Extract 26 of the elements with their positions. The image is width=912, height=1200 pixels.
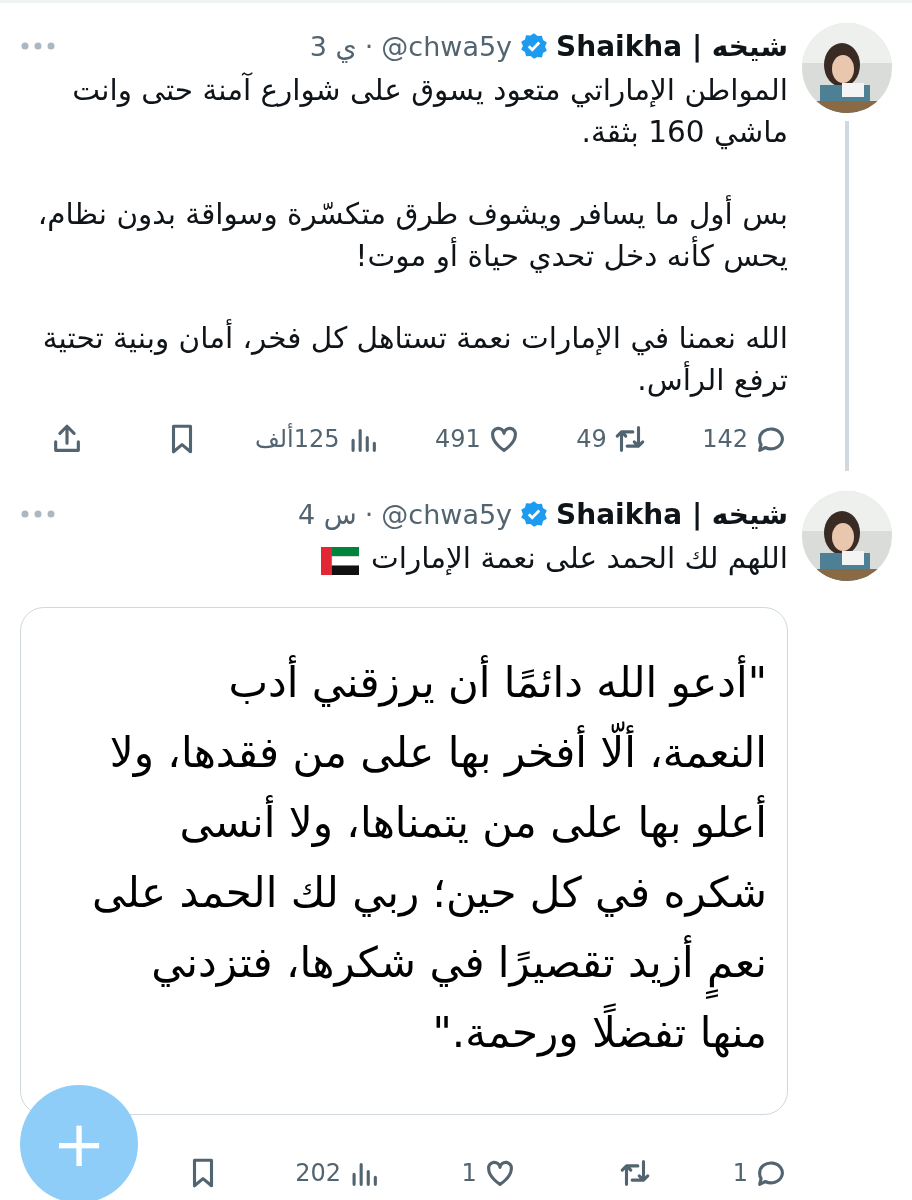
user-handle[interactable]: @chwa5y — [381, 30, 513, 62]
quote-line: نعمٍ أزيد تقصيرًا في شكرها، فتزدني — [43, 928, 767, 998]
post-text: بس أول ما يسافر ويشوف طرق متكسّرة وسواقة بدون نظام، يحس كأنه دخل تحدي حياة أو موت! — [36, 194, 788, 275]
action-count: 1 — [461, 1159, 477, 1187]
action-count: 1 — [732, 1159, 748, 1187]
quote-image[interactable]: "أدعو الله دائمًا أن يرزقني أدب النعمة، ألّا أفخر بها على من فقدها، ولا أعلو بها على من يتمناها، ولا أنسى شكره في كل حين؛ ربي لك الحمد على نعمٍ أزيد تقصيرًا في شكرها، فتزدني منها تفضلًا ورحمة." — [20, 607, 788, 1115]
separator-dot: · — [364, 30, 374, 62]
quote-line: منها تفضلًا ورحمة." — [43, 998, 767, 1068]
action-count: 202 — [295, 1159, 342, 1187]
post-text: اللهم لك الحمد على نعمة الإمارات — [371, 540, 788, 578]
display-name[interactable]: شيخه | Shaikha — [556, 497, 788, 531]
post-time: 3 ي — [309, 30, 357, 62]
action-count: 491 — [434, 425, 481, 453]
quote-line: شكره في كل حين؛ ربي لك الحمد على — [91, 867, 767, 919]
quote-line: "أدعو الله دائمًا أن يرزقني أدب — [43, 648, 767, 718]
post-time: 4 س — [298, 498, 357, 530]
action-count: 142 — [702, 425, 748, 453]
separator-dot: · — [364, 498, 374, 530]
quote-line: النعمة، ألّا أفخر بها على من فقدها، ولا — [43, 718, 767, 788]
post-text: الله نعمنا في الإمارات نعمة تستاهل كل فخر، أمان وبنية تحتية ترفع الرأس. — [41, 318, 788, 400]
quote-line: أعلو بها على من يتمناها، ولا أنسى — [43, 788, 767, 858]
action-count: 125ألف — [254, 425, 340, 453]
post-text: المواطن الإماراتي متعود يسوق على شوارع آمنة حتى وانت ماشي 160 بثقة. — [71, 71, 788, 152]
user-handle[interactable]: @chwa5y — [381, 498, 513, 530]
display-name[interactable]: شيخه | Shaikha — [556, 29, 788, 63]
action-count: 49 — [576, 425, 607, 453]
